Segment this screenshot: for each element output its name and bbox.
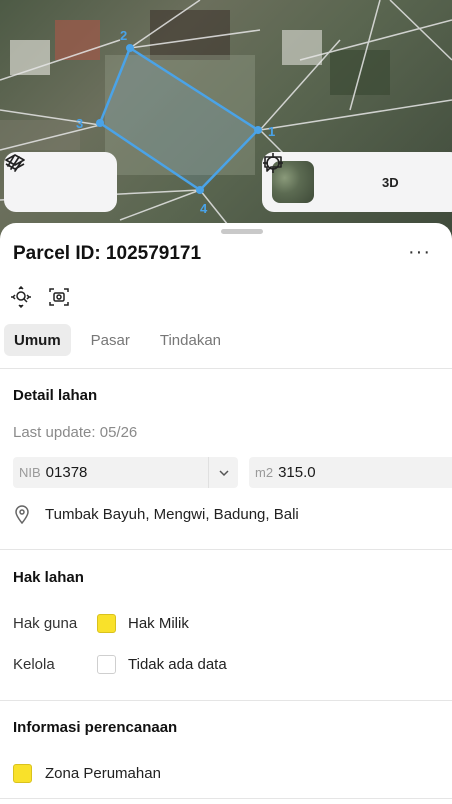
- message-icon[interactable]: [264, 156, 452, 197]
- nib-prefix: NIB: [19, 465, 41, 480]
- kelola-label: Kelola: [13, 656, 55, 673]
- crosshair-icon[interactable]: [263, 153, 360, 197]
- divider: [0, 549, 452, 550]
- draw-icon[interactable]: [7, 155, 99, 197]
- vertex-label: 3: [76, 116, 83, 131]
- vertex-label: 2: [120, 28, 127, 43]
- chevron-down-icon[interactable]: [208, 457, 238, 488]
- tab-bar: Umum Pasar Tindakan: [4, 324, 241, 356]
- section-title-detail: Detail lahan: [13, 387, 98, 404]
- layers-icon[interactable]: [5, 154, 52, 197]
- nib-select[interactable]: NIB 01378: [13, 457, 238, 488]
- tab-umum[interactable]: Umum: [4, 324, 71, 356]
- map-tools-right: 3D: [262, 152, 452, 212]
- hak-guna-value: Hak Milik: [128, 615, 189, 632]
- parcel-sheet: Parcel ID: 102579171 ··· Umum Pasar Tind…: [0, 223, 452, 804]
- divider: [0, 700, 452, 701]
- hak-guna-label: Hak guna: [13, 615, 78, 632]
- zoom-to-parcel-icon[interactable]: [10, 286, 32, 308]
- divider: [0, 368, 452, 369]
- section-title-planning: Informasi perencanaan: [13, 719, 178, 736]
- drag-handle[interactable]: [221, 229, 263, 234]
- location-pin-icon: [15, 505, 29, 524]
- tab-pasar[interactable]: Pasar: [81, 324, 140, 356]
- 3d-toggle-button[interactable]: 3D: [382, 175, 399, 190]
- kelola-value: Tidak ada data: [128, 656, 227, 673]
- area-prefix: m2: [255, 465, 274, 480]
- area-value: 315.0: [278, 464, 316, 481]
- parcel-tools: [10, 286, 70, 308]
- location-row: Tumbak Bayuh, Mengwi, Badung, Bali: [13, 504, 299, 524]
- vertex-label: 4: [200, 201, 208, 216]
- satellite-map[interactable]: 1 2 3 4 3D: [0, 0, 452, 240]
- parcel-title: Parcel ID: 102579171: [13, 243, 202, 264]
- more-options-button[interactable]: ···: [408, 241, 431, 264]
- area-field[interactable]: m2 315.0: [249, 457, 452, 488]
- zone-color-chip: [13, 764, 32, 783]
- last-update-text: Last update: 05/26: [13, 424, 138, 441]
- zone-label: Zona Perumahan: [45, 765, 161, 782]
- screenshot-icon[interactable]: [48, 286, 70, 308]
- location-text: Tumbak Bayuh, Mengwi, Badung, Bali: [45, 505, 299, 523]
- map-tools-left: [4, 152, 117, 212]
- tab-tindakan[interactable]: Tindakan: [150, 324, 231, 356]
- nib-value: 01378: [45, 464, 88, 481]
- kelola-color-chip: [97, 655, 116, 674]
- section-title-hak: Hak lahan: [13, 569, 84, 586]
- vertex-label: 1: [268, 124, 275, 139]
- divider: [0, 798, 452, 799]
- hak-milik-color-chip: [97, 614, 116, 633]
